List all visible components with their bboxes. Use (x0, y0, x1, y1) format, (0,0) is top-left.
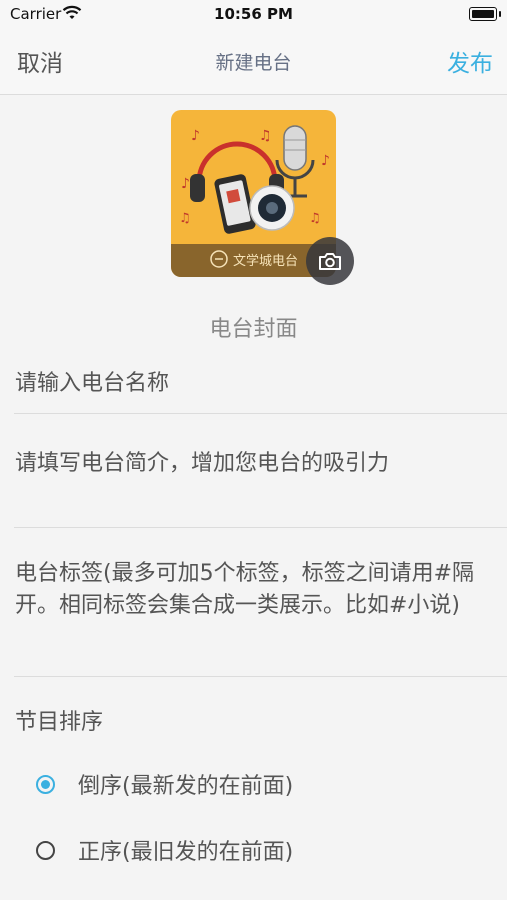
battery-icon (469, 7, 501, 21)
svg-text:♪: ♪ (321, 153, 330, 169)
cover-label: 电台封面 (209, 317, 298, 342)
svg-text:♪: ♪ (181, 176, 190, 192)
cover-banner-text: 文学城电台 (233, 253, 298, 269)
camera-icon (319, 253, 341, 270)
svg-text:♫: ♫ (309, 211, 321, 226)
speaker-icon (249, 185, 295, 231)
navigation-bar: 取消 新建电台 发布 (0, 28, 507, 95)
status-time: 10:56 PM (214, 5, 293, 23)
svg-text:♪: ♪ (191, 128, 200, 144)
order-option-label: 倒序(最新发的在前面) (78, 774, 294, 799)
order-option-ascending[interactable]: 正序(最旧发的在前面) (36, 830, 293, 870)
radio-tags-input[interactable]: 电台标签(最多可加5个标签，标签之间请用#隔开。相同标签会集合成一类展示。比如#… (15, 558, 492, 622)
camera-button[interactable] (306, 237, 354, 285)
radio-unselected-icon[interactable] (36, 840, 55, 860)
divider (14, 413, 507, 414)
divider (14, 527, 507, 528)
radio-name-input[interactable]: 请输入电台名称 (15, 365, 492, 397)
status-bar: Carrier 10:56 PM (0, 0, 507, 28)
page-title: 新建电台 (215, 52, 292, 74)
svg-text:♫: ♫ (259, 128, 272, 144)
order-option-label: 正序(最旧发的在前面) (78, 840, 294, 865)
radio-selected-icon[interactable] (36, 774, 55, 794)
order-option-descending[interactable]: 倒序(最新发的在前面) (36, 764, 293, 804)
radio-intro-input[interactable]: 请填写电台简介，增加您电台的吸引力 (15, 445, 492, 477)
svg-text:♫: ♫ (179, 211, 191, 226)
publish-button[interactable]: 发布 (447, 44, 493, 78)
order-label: 节目排序 (15, 710, 104, 735)
divider (14, 676, 507, 677)
